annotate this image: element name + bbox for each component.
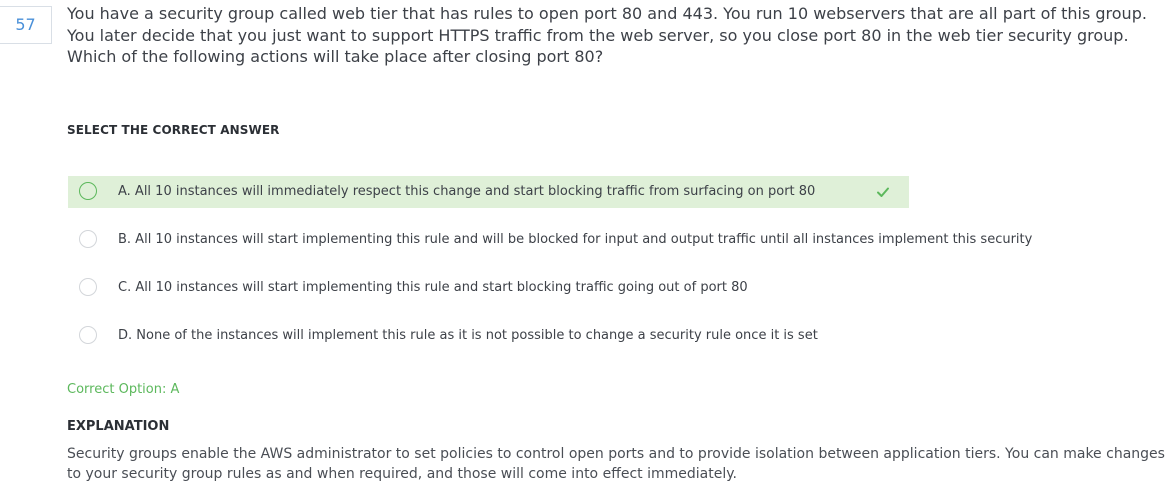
- checkmark-icon: [877, 187, 889, 197]
- question-number: 57: [0, 6, 52, 44]
- radio-button[interactable]: [79, 278, 97, 296]
- option-a[interactable]: A. All 10 instances will immediately res…: [68, 176, 909, 208]
- question-text: You have a security group called web tie…: [67, 4, 1147, 66]
- option-label: A. All 10 instances will immediately res…: [118, 184, 816, 199]
- correct-option-text: Correct Option: A: [67, 382, 180, 397]
- option-label: D. None of the instances will implement …: [118, 328, 818, 343]
- radio-button[interactable]: [79, 326, 97, 344]
- radio-button[interactable]: [79, 182, 97, 200]
- option-label: B. All 10 instances will start implement…: [118, 232, 1033, 247]
- explanation-heading: EXPLANATION: [67, 419, 170, 434]
- option-label: C. All 10 instances will start implement…: [118, 280, 748, 295]
- radio-button[interactable]: [79, 230, 97, 248]
- explanation-text: Security groups enable the AWS administr…: [67, 446, 1165, 482]
- select-answer-heading: SELECT THE CORRECT ANSWER: [67, 123, 280, 137]
